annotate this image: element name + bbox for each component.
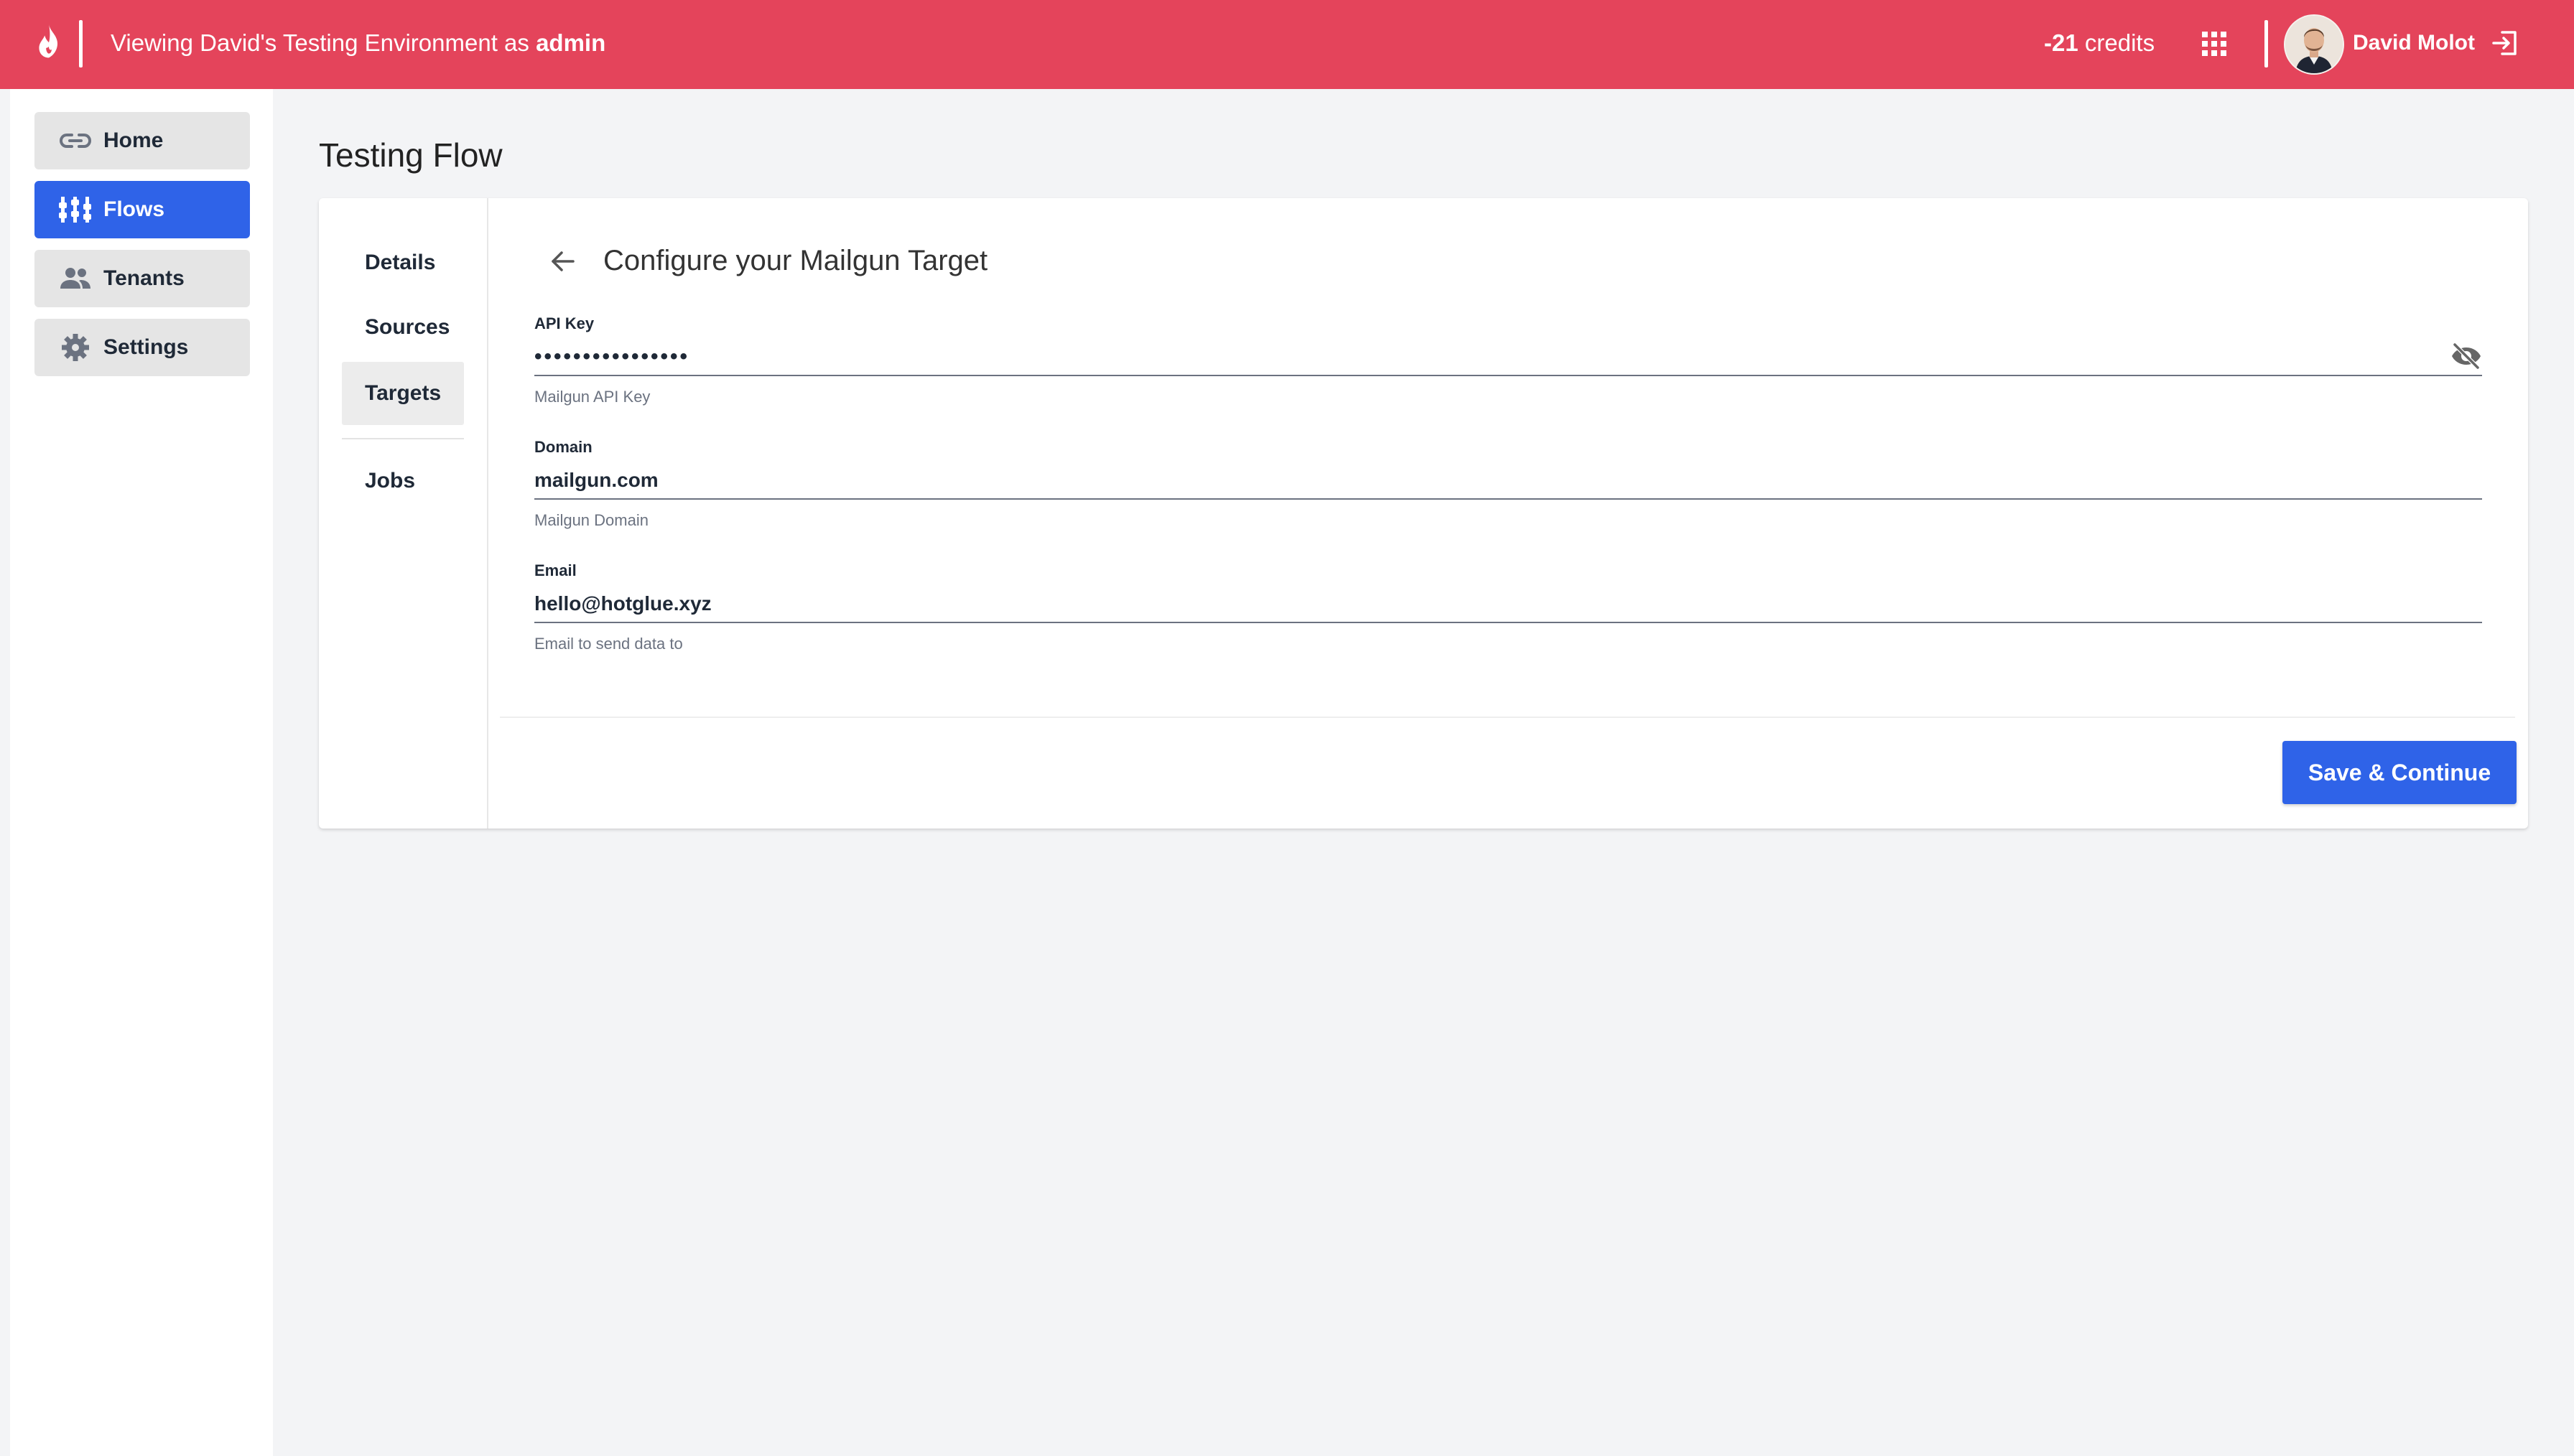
sidebar-item-label: Flows: [103, 197, 165, 221]
api-key-input[interactable]: [534, 339, 2482, 376]
sidebar-item-tenants[interactable]: Tenants: [34, 250, 250, 307]
tab-label: Jobs: [365, 469, 416, 493]
tab-divider: [342, 438, 464, 439]
flow-config-card: Details Sources Targets Jobs Configure y…: [319, 198, 2528, 829]
tab-targets[interactable]: Targets: [342, 362, 464, 425]
gear-icon: [62, 334, 89, 361]
sidebar-item-label: Tenants: [103, 266, 185, 290]
domain-label: Domain: [534, 438, 593, 456]
top-bar: Viewing David's Testing Environment as a…: [0, 0, 2574, 89]
sidebar-item-label: Settings: [103, 335, 189, 359]
form-title: Configure your Mailgun Target: [603, 245, 988, 276]
logout-icon[interactable]: [2489, 27, 2521, 59]
user-name[interactable]: David Molot: [2353, 27, 2475, 59]
user-divider: [2264, 20, 2268, 67]
footer-divider: [500, 717, 2515, 718]
tab-label: Sources: [365, 315, 450, 339]
people-icon: [60, 268, 90, 289]
sidebar-item-settings[interactable]: Settings: [34, 319, 250, 376]
avatar-image: [2285, 16, 2343, 73]
sidebar: Home Flows Tenants Settings: [10, 89, 273, 1456]
tab-label: Targets: [365, 381, 442, 405]
sidebar-item-home[interactable]: Home: [34, 112, 250, 169]
credits-label: credits: [2084, 29, 2155, 56]
tab-details[interactable]: Details: [342, 231, 464, 294]
eye-off-icon[interactable]: [2450, 342, 2482, 370]
save-continue-button[interactable]: Save & Continue: [2282, 741, 2517, 804]
email-input[interactable]: [534, 586, 2482, 623]
environment-prefix: Viewing David's Testing Environment as: [111, 29, 529, 56]
tab-sources[interactable]: Sources: [342, 296, 464, 359]
avatar[interactable]: [2284, 14, 2344, 75]
flame-icon[interactable]: [32, 22, 66, 66]
credits-indicator: -21 credits: [2044, 27, 2155, 59]
domain-help: Mailgun Domain: [534, 511, 649, 529]
arrow-left-icon[interactable]: [546, 244, 580, 279]
flows-icon: [59, 197, 91, 223]
email-help: Email to send data to: [534, 635, 683, 653]
credits-value: -21: [2044, 29, 2078, 56]
sidebar-item-flows[interactable]: Flows: [34, 181, 250, 238]
api-key-help: Mailgun API Key: [534, 388, 651, 406]
link-icon: [59, 134, 92, 148]
api-key-label: API Key: [534, 314, 595, 332]
domain-input[interactable]: [534, 462, 2482, 500]
grid-icon[interactable]: [2201, 30, 2228, 57]
environment-role: admin: [536, 29, 606, 56]
logo-divider: [79, 20, 83, 67]
sidebar-item-label: Home: [103, 129, 164, 152]
flow-nav: Details Sources Targets Jobs: [319, 198, 488, 829]
page-title: Testing Flow: [319, 136, 503, 174]
environment-text: Viewing David's Testing Environment as a…: [111, 27, 605, 59]
tab-label: Details: [365, 251, 436, 274]
tab-jobs[interactable]: Jobs: [342, 449, 464, 513]
email-label: Email: [534, 561, 577, 579]
